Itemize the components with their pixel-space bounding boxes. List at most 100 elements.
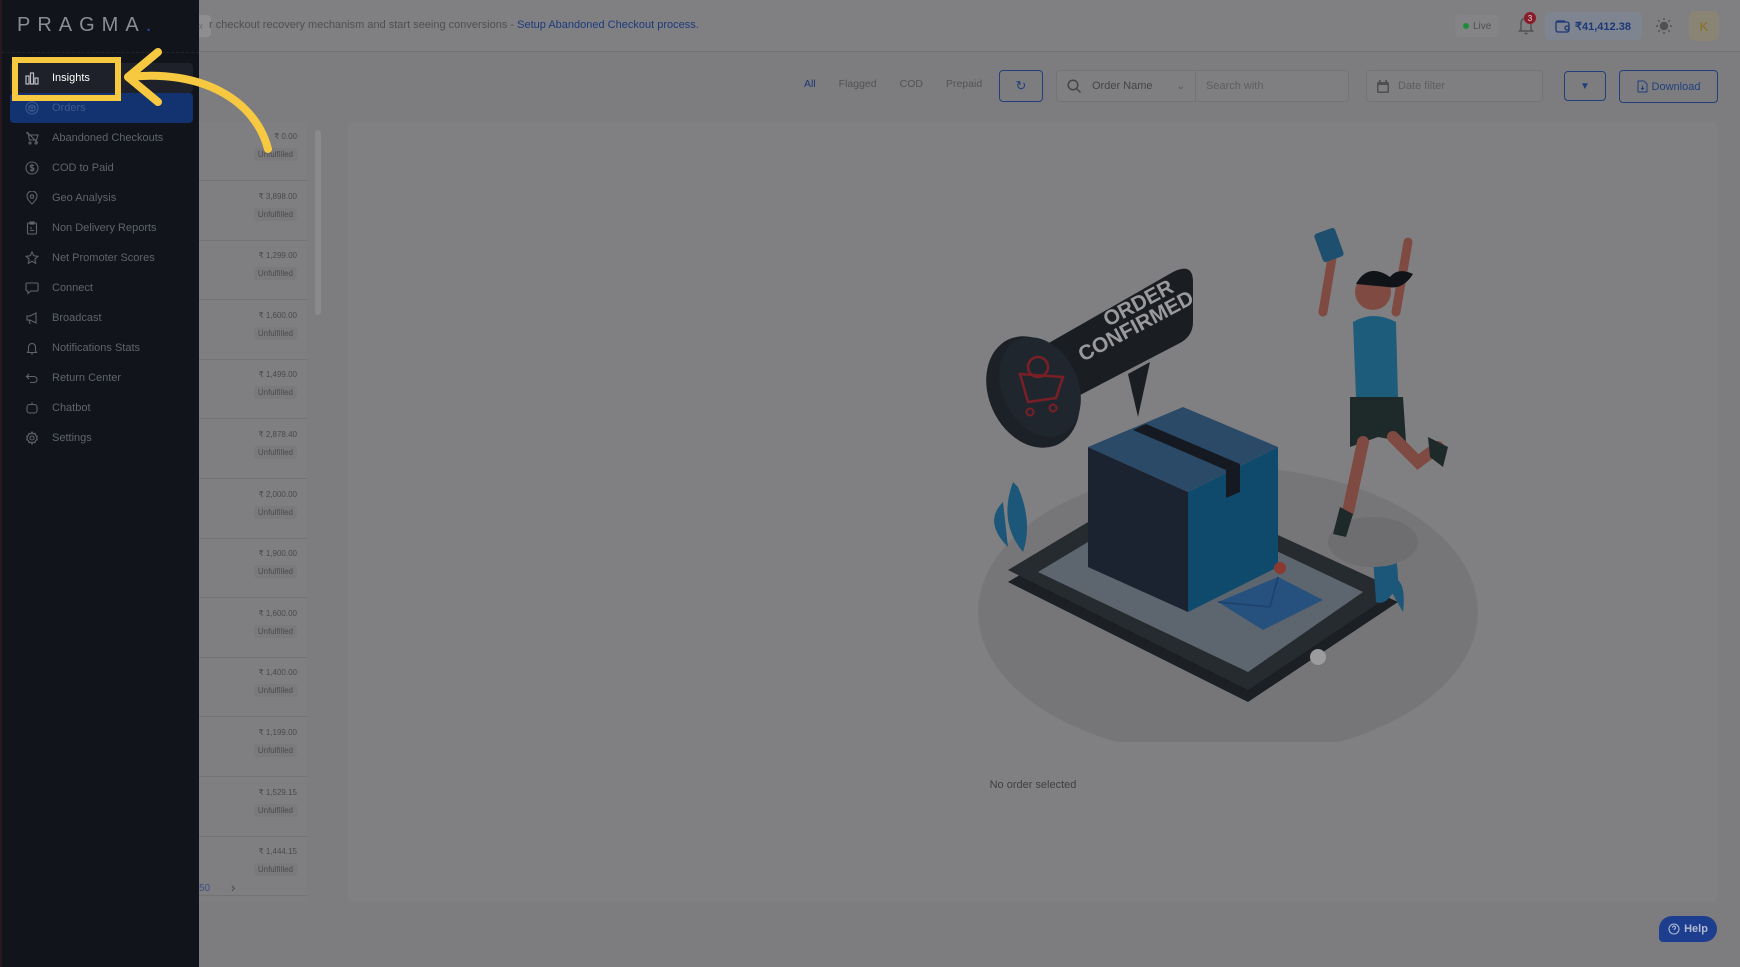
order-list-item[interactable]: ₹ 1,529.15 Unfulfilled: [199, 778, 307, 837]
sidebar: PRAGMA. Insights Orders Abandoned Checko…: [0, 0, 199, 967]
wallet-icon: [1555, 19, 1571, 33]
clipboard-icon: [24, 220, 40, 236]
next-page-button[interactable]: ›: [231, 880, 235, 895]
user-avatar[interactable]: K: [1689, 11, 1719, 41]
sidebar-item-chatbot[interactable]: Chatbot: [10, 393, 193, 423]
order-list-item[interactable]: ₹ 1,600.00 Unfulfilled: [199, 599, 307, 658]
order-amount: ₹ 1,529.15: [258, 787, 297, 797]
tab-prepaid[interactable]: Prepaid: [946, 78, 982, 90]
order-amount: ₹ 1,199.00: [258, 728, 297, 737]
sidebar-item-label: Connect: [52, 282, 93, 294]
fulfillment-status-badge: Unfulfilled: [253, 744, 297, 757]
order-list-item[interactable]: ₹ 1,199.00 Unfulfilled: [199, 718, 307, 777]
chevron-down-icon: ⌄: [1176, 80, 1185, 92]
bar-chart-icon: [24, 70, 40, 86]
gear-icon: [24, 430, 40, 446]
order-confirmed-illustration: ORDER CONFIRMED: [978, 227, 1478, 742]
tab-cod[interactable]: COD: [900, 78, 923, 90]
wallet-balance: ₹41,412.38: [1575, 20, 1631, 33]
sidebar-item-abandoned-checkouts[interactable]: Abandoned Checkouts: [10, 123, 193, 153]
fulfillment-status-badge: Unfulfilled: [253, 684, 297, 698]
notification-count-badge: 3: [1524, 12, 1536, 24]
search-field-select[interactable]: Order Name ⌄: [1057, 71, 1196, 101]
order-amount: ₹ 1,499.00: [258, 370, 297, 380]
megaphone-icon: [24, 310, 40, 326]
fulfillment-status-badge: Unfulfilled: [253, 148, 297, 161]
tab-flagged[interactable]: Flagged: [839, 78, 877, 90]
live-label: Live: [1473, 20, 1492, 32]
no-order-selected-message: No order selected: [989, 779, 1077, 791]
refresh-icon: ↻: [1015, 78, 1027, 93]
theme-toggle-button[interactable]: [1655, 17, 1673, 35]
sidebar-item-insights[interactable]: Insights: [10, 63, 193, 93]
order-amount: ₹ 3,898.00: [258, 191, 297, 201]
order-amount: ₹ 2,878.40: [258, 430, 297, 439]
order-list-item[interactable]: ₹ 1,499.00 Unfulfilled: [199, 360, 307, 420]
sidebar-item-notifications-stats[interactable]: Notifications Stats: [10, 333, 193, 363]
sidebar-item-label: Net Promoter Scores: [52, 252, 155, 264]
sidebar-item-label: Notifications Stats: [52, 342, 141, 354]
sidebar-item-label: Non Delivery Reports: [52, 222, 157, 234]
order-list-item[interactable]: ₹ 1,444.15 Unfulfilled: [199, 837, 307, 897]
sidebar-item-non-delivery-reports[interactable]: Non Delivery Reports: [10, 213, 193, 243]
refresh-button[interactable]: ↻: [999, 70, 1043, 102]
map-pin-icon: [24, 190, 40, 206]
chat-bubble-icon: [24, 280, 40, 296]
filter-button[interactable]: ▼: [1564, 71, 1606, 101]
sidebar-item-cod-to-paid[interactable]: COD to Paid: [10, 153, 193, 183]
fulfillment-status-badge: Unfulfilled: [253, 267, 297, 281]
filter-funnel-icon: ▼: [1580, 80, 1590, 92]
page-size-indicator[interactable]: 50: [199, 883, 210, 894]
sidebar-item-settings[interactable]: Settings: [10, 423, 193, 453]
order-list-item[interactable]: ₹ 1,400.00 Unfulfilled: [199, 658, 307, 718]
return-arrow-icon: [24, 370, 40, 386]
order-detail-panel: ORDER CONFIRMED No order selected: [348, 122, 1718, 902]
order-amount: ₹ 0.00: [274, 132, 297, 141]
fulfillment-status-badge: Unfulfilled: [253, 863, 297, 877]
sidebar-item-geo-analysis[interactable]: Geo Analysis: [10, 183, 193, 213]
orders-list-scrollbar[interactable]: [315, 130, 321, 315]
download-button[interactable]: Download: [1619, 70, 1718, 103]
order-list-item[interactable]: ₹ 1,900.00 Unfulfilled: [199, 539, 307, 599]
tab-all[interactable]: All: [804, 78, 816, 90]
fulfillment-status-badge: Unfulfilled: [253, 326, 297, 340]
setup-abandoned-checkout-link[interactable]: Setup Abandoned Checkout process.: [517, 19, 699, 31]
sidebar-item-label: Orders: [52, 102, 86, 114]
order-list-item[interactable]: ₹ 1,600.00 Unfulfilled: [199, 301, 307, 360]
search-input[interactable]: [1196, 71, 1348, 101]
order-list-item[interactable]: ₹ 2,000.00 Unfulfilled: [199, 480, 307, 539]
fulfillment-status-badge: Unfulfilled: [253, 207, 297, 221]
sidebar-item-label: Chatbot: [52, 402, 91, 414]
help-label: Help: [1684, 923, 1708, 935]
brand-logo[interactable]: PRAGMA.: [17, 14, 158, 37]
sidebar-item-connect[interactable]: Connect: [10, 273, 193, 303]
live-status-badge: Live: [1455, 15, 1500, 37]
order-list-item[interactable]: ₹ 0.00 Unfulfilled: [199, 122, 307, 181]
wallet-balance-button[interactable]: ₹41,412.38: [1545, 12, 1642, 40]
order-amount: ₹ 1,299.00: [258, 251, 297, 261]
sidebar-item-broadcast[interactable]: Broadcast: [10, 303, 193, 333]
top-bar: « r checkout recovery mechanism and star…: [189, 0, 1740, 52]
sidebar-item-label: Settings: [52, 432, 92, 444]
order-list-item[interactable]: ₹ 3,898.00 Unfulfilled: [199, 182, 307, 241]
sidebar-item-label: COD to Paid: [52, 162, 114, 174]
date-filter-placeholder: Date filter: [1398, 80, 1446, 92]
sidebar-item-orders[interactable]: Orders: [10, 93, 193, 123]
order-list-item[interactable]: ₹ 2,878.40 Unfulfilled: [199, 420, 307, 479]
date-filter-input[interactable]: Date filter: [1366, 70, 1543, 102]
question-circle-icon: [1668, 923, 1680, 935]
order-list-item[interactable]: ₹ 1,299.00 Unfulfilled: [199, 241, 307, 301]
order-amount: ₹ 1,900.00: [258, 549, 297, 559]
order-amount: ₹ 1,444.15: [258, 847, 297, 857]
brand-dot: .: [145, 14, 159, 36]
sidebar-item-return-center[interactable]: Return Center: [10, 363, 193, 393]
announcement-banner: r checkout recovery mechanism and start …: [209, 19, 699, 31]
fulfillment-status-badge: Unfulfilled: [253, 624, 297, 638]
bell-icon: [24, 340, 40, 356]
brand-name: PRAGMA: [17, 14, 146, 36]
help-button[interactable]: Help: [1659, 916, 1717, 942]
sidebar-item-label: Insights: [52, 72, 90, 84]
live-dot-icon: [1463, 23, 1469, 29]
search-group: Order Name ⌄: [1056, 70, 1349, 102]
sidebar-item-net-promoter-scores[interactable]: Net Promoter Scores: [10, 243, 193, 273]
